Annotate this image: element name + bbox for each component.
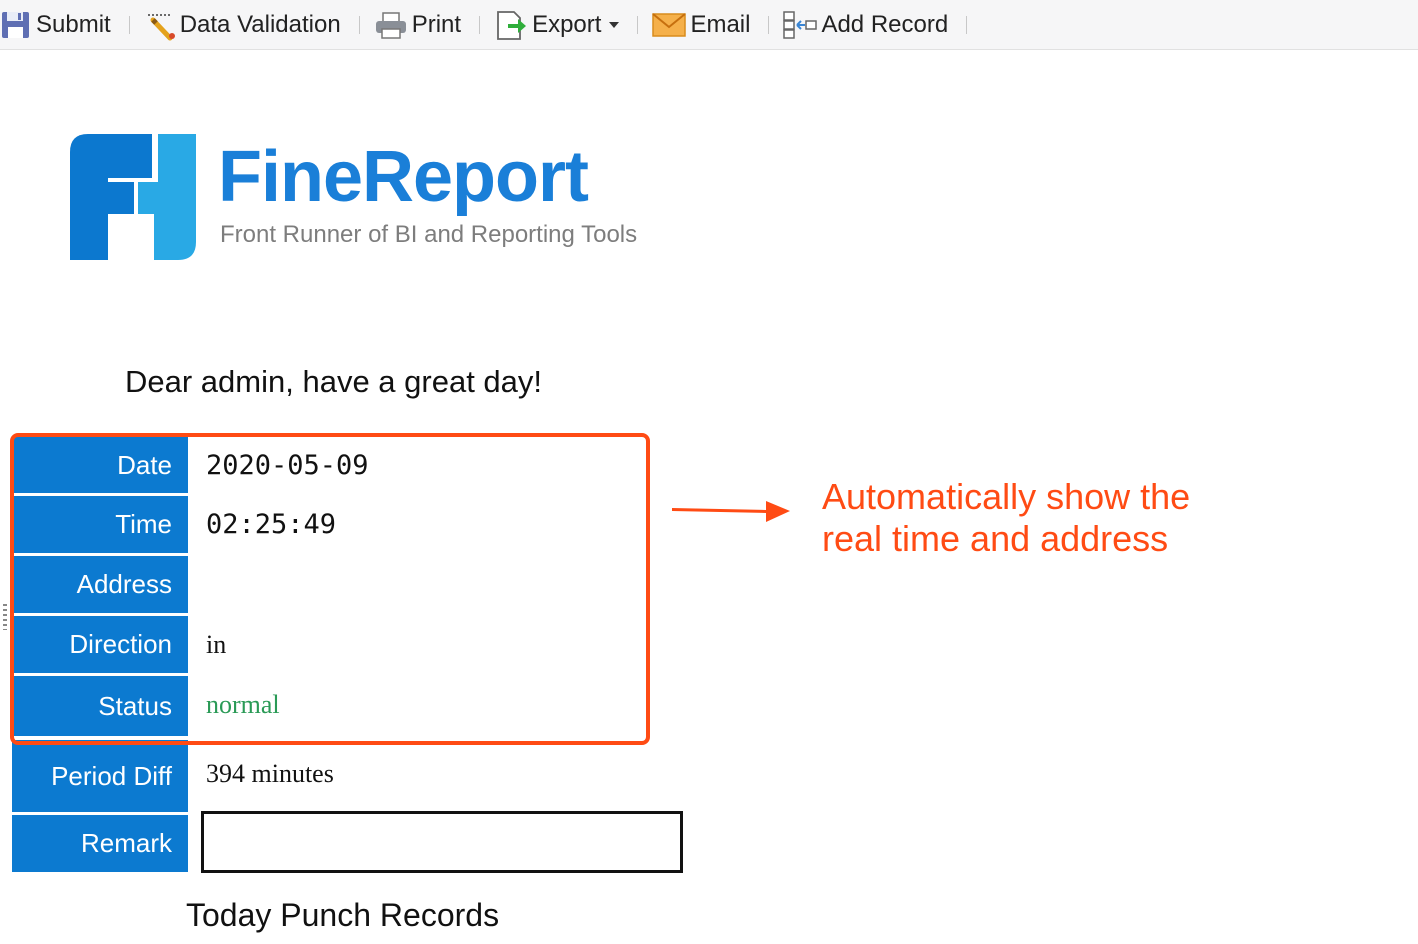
- date-value: 2020-05-09: [206, 449, 369, 481]
- status-value: normal: [206, 689, 280, 719]
- submit-label: Submit: [36, 10, 111, 38]
- print-button[interactable]: Print: [374, 0, 461, 50]
- status-label: Status: [12, 676, 188, 736]
- export-button[interactable]: Export: [494, 0, 620, 50]
- email-label: Email: [690, 10, 751, 38]
- data-validation-label: Data Validation: [179, 10, 341, 38]
- toolbar-divider: [768, 15, 770, 34]
- logo-tagline: Front Runner of BI and Reporting Tools: [220, 221, 638, 248]
- period-diff-label: Period Diff: [12, 740, 188, 812]
- toolbar-divider: [966, 15, 968, 34]
- annotation-line-2: real time and address: [822, 518, 1169, 559]
- submit-button[interactable]: Submit: [0, 0, 111, 50]
- arrow-icon: [672, 501, 790, 522]
- add-record-button[interactable]: Add Record: [783, 0, 948, 50]
- direction-value: in: [206, 629, 227, 659]
- resize-handle[interactable]: [3, 604, 7, 630]
- export-label: Export: [532, 10, 602, 38]
- address-label: Address: [12, 556, 188, 613]
- direction-label: Direction: [12, 616, 188, 673]
- toolbar-divider: [479, 15, 481, 34]
- printer-icon: [374, 9, 408, 41]
- time-label: Time: [12, 496, 188, 553]
- save-icon: [0, 9, 32, 41]
- toolbar-divider: [637, 15, 639, 34]
- remark-input[interactable]: [201, 811, 683, 873]
- finereport-logo-mark: [70, 134, 196, 260]
- annotation-text: Automatically show the real time and add…: [822, 476, 1242, 560]
- export-icon: [494, 8, 528, 42]
- toolbar-divider: [358, 15, 360, 34]
- data-validation-button[interactable]: Data Validation: [144, 0, 341, 50]
- chevron-down-icon: [609, 21, 620, 28]
- remark-label: Remark: [12, 815, 188, 872]
- time-value: 02:25:49: [206, 509, 337, 540]
- finereport-logo: FineReport Front Runner of BI and Report…: [68, 132, 648, 267]
- envelope-icon: [652, 11, 687, 39]
- annotation-line-1: Automatically show the: [822, 476, 1191, 517]
- period-diff-value: 394 minutes: [206, 758, 334, 788]
- date-label: Date: [12, 437, 188, 493]
- add-record-icon: [783, 10, 818, 40]
- add-record-label: Add Record: [821, 10, 949, 38]
- email-button[interactable]: Email: [652, 0, 750, 50]
- logo-title: FineReport: [218, 137, 589, 217]
- punch-records-title: Today Punch Records: [186, 897, 500, 933]
- toolbar-divider: [128, 15, 130, 34]
- toolbar: Submit Data Validation Print Export Emai…: [0, 0, 1418, 50]
- print-label: Print: [411, 10, 462, 38]
- validation-wand-icon: [144, 9, 176, 41]
- greeting-text: Dear admin, have a great day!: [125, 364, 543, 399]
